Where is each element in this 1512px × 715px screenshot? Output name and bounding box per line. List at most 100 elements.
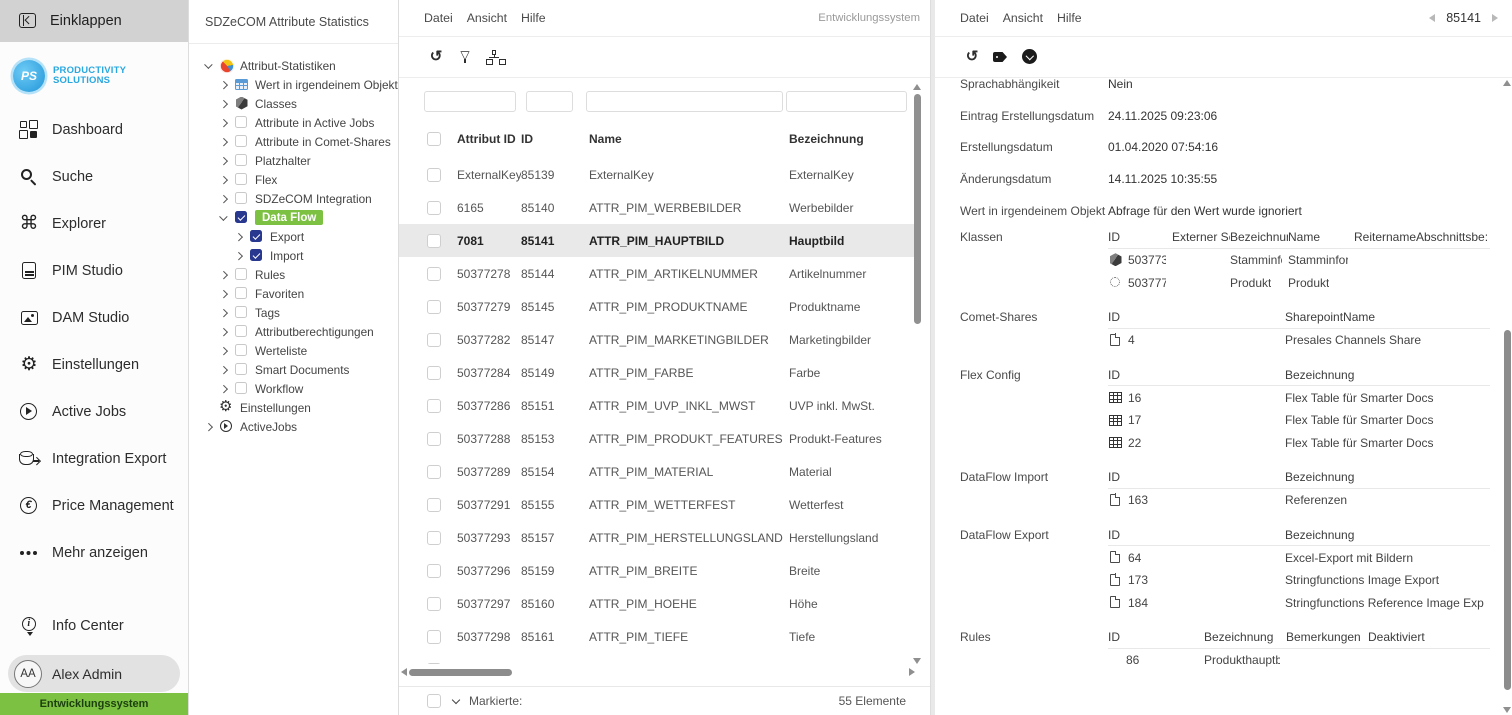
footer-checkbox[interactable] <box>427 694 441 708</box>
tagfill-icon[interactable] <box>992 48 1010 66</box>
table-row[interactable]: 50377278 85144 ATTR_PIM_ARTIKELNUMMER Ar… <box>399 257 915 290</box>
filter-name-input[interactable] <box>586 91 783 112</box>
filter-id-input[interactable] <box>526 91 573 112</box>
chev-right-icon[interactable] <box>220 289 229 298</box>
menu-item[interactable]: Ansicht <box>1003 11 1043 25</box>
tree-node[interactable]: Favoriten <box>189 284 398 303</box>
chev-right-icon[interactable] <box>220 156 229 165</box>
tree-node[interactable]: Werteliste <box>189 341 398 360</box>
tree-node[interactable]: Platzhalter <box>189 151 398 170</box>
sidebar-item[interactable]: Price Management <box>0 482 188 529</box>
chev-right-icon[interactable] <box>235 251 244 260</box>
table-row[interactable]: 50377288 85153 ATTR_PIM_PRODUKT_FEATURES… <box>399 422 915 455</box>
section-table-row[interactable]: 17 Flex Table für Smarter Docs <box>1108 409 1490 432</box>
tree-node[interactable]: Attribut-Statistiken <box>189 56 398 75</box>
column-header-id[interactable]: ID <box>521 132 589 146</box>
scroll-right-icon[interactable] <box>909 668 915 676</box>
horizontal-scrollbar[interactable] <box>401 666 915 678</box>
filter-attribut-id-input[interactable] <box>424 91 516 112</box>
chev-right-icon[interactable] <box>220 365 229 374</box>
menu-item[interactable]: Ansicht <box>467 11 507 25</box>
table-row[interactable]: 50377296 85159 ATTR_PIM_BREITE Breite <box>399 554 915 587</box>
sidebar-item[interactable]: Einstellungen <box>0 341 188 388</box>
row-checkbox[interactable] <box>427 498 441 512</box>
row-checkbox[interactable] <box>427 597 441 611</box>
chev-right-icon[interactable] <box>220 99 229 108</box>
table-row[interactable]: 7081 85141 ATTR_PIM_HAUPTBILD Hauptbild <box>399 224 915 257</box>
tree-node[interactable]: Import <box>189 246 398 265</box>
menu-item[interactable]: Hilfe <box>521 11 546 25</box>
row-checkbox[interactable] <box>427 366 441 380</box>
table-row[interactable]: ExternalKey 85139 ExternalKey ExternalKe… <box>399 158 915 191</box>
next-record-icon[interactable] <box>1492 14 1498 22</box>
row-checkbox[interactable] <box>427 234 441 248</box>
row-checkbox[interactable] <box>427 465 441 479</box>
menu-item[interactable]: Datei <box>424 11 453 25</box>
app-logo[interactable]: PS PRODUCTIVITY SOLUTIONS <box>0 42 188 98</box>
chev-right-icon[interactable] <box>220 80 229 89</box>
tree-node[interactable]: SDZeCOM Integration <box>189 189 398 208</box>
row-checkbox[interactable] <box>427 399 441 413</box>
table-row[interactable]: 50377282 85147 ATTR_PIM_MARKETINGBILDER … <box>399 323 915 356</box>
chev-right-icon[interactable] <box>220 194 229 203</box>
row-checkbox[interactable] <box>427 201 441 215</box>
section-table-row[interactable]: 50377705 <box>1108 271 1490 294</box>
tree-node[interactable]: Attribute in Active Jobs <box>189 113 398 132</box>
orgchart-icon[interactable] <box>485 48 503 66</box>
row-checkbox[interactable] <box>427 300 441 314</box>
table-row[interactable]: 50377297 85160 ATTR_PIM_HOEHE Höhe <box>399 587 915 620</box>
row-checkbox[interactable] <box>427 267 441 281</box>
chev-down-icon[interactable] <box>220 213 229 222</box>
chev-right-icon[interactable] <box>235 232 244 241</box>
funnel-icon[interactable] <box>456 48 474 66</box>
section-table-row[interactable]: 4 Presales Channels Share <box>1108 329 1490 352</box>
sidebar-item[interactable]: DAM Studio <box>0 294 188 341</box>
tree-node[interactable]: Rules <box>189 265 398 284</box>
detail-scrollbar-thumb[interactable] <box>1504 330 1511 690</box>
menu-item[interactable]: Datei <box>960 11 989 25</box>
table-row[interactable]: 50377284 85149 ATTR_PIM_FARBE Farbe <box>399 356 915 389</box>
sidebar-collapse-button[interactable]: Einklappen <box>0 0 188 42</box>
tree-node[interactable]: Workflow <box>189 379 398 398</box>
tree-node[interactable]: Wert in irgendeinem Objekt <box>189 75 398 94</box>
chev-down-icon[interactable] <box>205 61 214 70</box>
tree-node[interactable]: Classes <box>189 94 398 113</box>
table-row[interactable]: 50377279 85145 ATTR_PIM_PRODUKTNAME Prod… <box>399 290 915 323</box>
section-table-row[interactable]: 22 Flex Table für Smarter Docs <box>1108 431 1490 454</box>
section-table-row[interactable]: 184 Stringfunctions Reference Image Expo… <box>1108 591 1490 614</box>
table-row[interactable]: 50377289 85154 ATTR_PIM_MATERIAL Materia… <box>399 455 915 488</box>
scroll-down-icon[interactable] <box>913 658 921 664</box>
row-checkbox[interactable] <box>427 333 441 347</box>
vertical-scrollbar[interactable] <box>913 84 921 664</box>
section-table-row[interactable]: 86 Produkthauptbild ni <box>1108 649 1490 672</box>
table-row[interactable]: 50377301 85162 ATTR_PIM_PRODUKTGEWICHT P… <box>399 653 915 664</box>
menu-item[interactable]: Hilfe <box>1057 11 1082 25</box>
table-row[interactable]: 6165 85140 ATTR_PIM_WERBEBILDER Werbebil… <box>399 191 915 224</box>
tree-node[interactable]: Tags <box>189 303 398 322</box>
refresh-icon[interactable] <box>427 48 445 66</box>
chev-none-icon[interactable] <box>205 403 214 412</box>
chevron-down-icon[interactable] <box>451 696 461 706</box>
sidebar-item[interactable]: Explorer <box>0 200 188 247</box>
chev-right-icon[interactable] <box>205 422 214 431</box>
scroll-up-icon[interactable] <box>1503 80 1511 86</box>
sidebar-item[interactable]: Integration Export <box>0 435 188 482</box>
row-checkbox[interactable] <box>427 168 441 182</box>
section-table-row[interactable]: 50377309 <box>1108 249 1490 272</box>
chev-right-icon[interactable] <box>220 118 229 127</box>
tree-node[interactable]: Einstellungen <box>189 398 398 417</box>
horizontal-scrollbar-thumb[interactable] <box>409 669 512 676</box>
user-menu[interactable]: AA Alex Admin <box>8 655 180 692</box>
tree-node[interactable]: Data Flow <box>189 208 398 227</box>
scroll-left-icon[interactable] <box>401 668 407 676</box>
circledown-icon[interactable] <box>1021 48 1039 66</box>
sidebar-item[interactable]: Mehr anzeigen <box>0 529 188 576</box>
filter-bezeichnung-input[interactable] <box>786 91 907 112</box>
scroll-up-icon[interactable] <box>913 84 921 90</box>
chev-right-icon[interactable] <box>220 308 229 317</box>
row-checkbox[interactable] <box>427 432 441 446</box>
refresh-icon[interactable] <box>963 48 981 66</box>
column-header-bezeichnung[interactable]: Bezeichnung <box>789 132 915 146</box>
tree-node[interactable]: ActiveJobs <box>189 417 398 436</box>
row-checkbox[interactable] <box>427 663 441 665</box>
